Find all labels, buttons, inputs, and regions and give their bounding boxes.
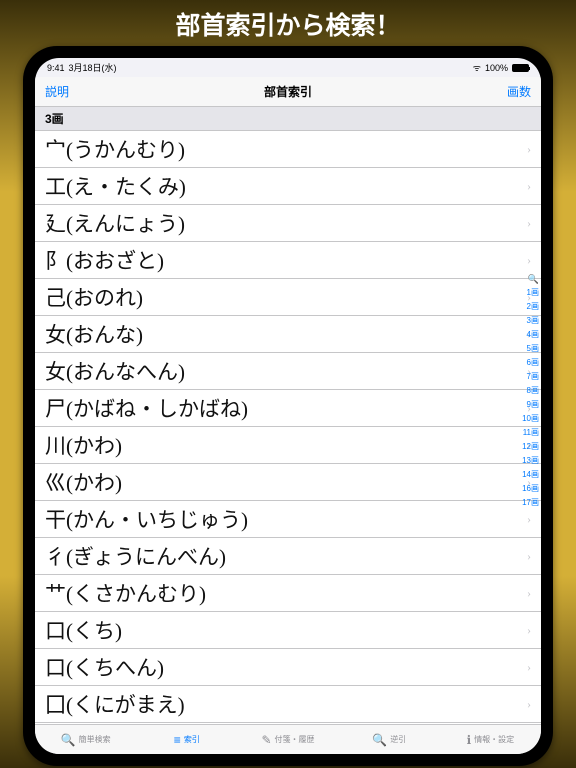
list-item[interactable]: 工(え・たくみ) › [35, 168, 541, 205]
list-item[interactable]: 宀(うかんむり) › [35, 131, 541, 168]
radical-label: 工(え・たくみ) [45, 171, 186, 201]
search-icon: 🔍 [61, 733, 76, 747]
promo-header: 部首索引から検索！ [0, 0, 576, 46]
tab-label: 逆引 [390, 734, 406, 745]
chevron-right-icon: › [527, 586, 531, 601]
screen: 9:41 3月18日(水) ᯤ 100% 説明 部首索引 画数 3画 宀(うかん… [35, 58, 541, 754]
index-item[interactable]: 1画 [527, 287, 539, 299]
radical-label: 囗(くにがまえ) [45, 689, 185, 719]
index-item[interactable]: 11画 [523, 427, 539, 439]
list-item[interactable]: 口(くち) › [35, 612, 541, 649]
nav-title: 部首索引 [264, 83, 312, 100]
chevron-right-icon: › [527, 253, 531, 268]
index-item[interactable]: 2画 [527, 301, 539, 313]
index-item[interactable]: 6画 [527, 357, 539, 369]
list-item[interactable]: 女(おんな)› [35, 316, 541, 353]
pencil-icon: ✎ [261, 733, 271, 747]
tab-index[interactable]: ≡ 索引 [136, 725, 237, 754]
index-item[interactable]: 17画 [522, 497, 539, 509]
chevron-right-icon: › [527, 697, 531, 712]
list-item[interactable]: 川(かわ)› [35, 427, 541, 464]
radical-label: 干(かん・いちじゅう) [45, 504, 248, 534]
nav-left-button[interactable]: 説明 [45, 83, 69, 100]
status-time: 9:41 [47, 63, 65, 73]
chevron-right-icon: › [527, 216, 531, 231]
list-item[interactable]: 己(おのれ)› [35, 279, 541, 316]
radical-label: 阝(おおざと) [45, 245, 164, 275]
radical-label: 廴(えんにょう) [45, 208, 185, 238]
list-item[interactable]: 巛(かわ)› [35, 464, 541, 501]
radical-label: 女(おんな) [45, 319, 143, 349]
radical-label: 彳(ぎょうにんべん) [45, 541, 226, 571]
list-item[interactable]: 女(おんなへん)› [35, 353, 541, 390]
index-item[interactable]: 8画 [527, 385, 539, 397]
chevron-right-icon: › [527, 660, 531, 675]
index-item[interactable]: 10画 [522, 413, 539, 425]
tab-search[interactable]: 🔍 簡単検索 [35, 725, 136, 754]
chevron-right-icon: › [527, 549, 531, 564]
radical-label: 艹(くさかんむり) [45, 578, 206, 608]
index-item[interactable]: 7画 [527, 371, 539, 383]
chevron-right-icon: › [527, 512, 531, 527]
index-item[interactable]: 5画 [527, 343, 539, 355]
index-item[interactable]: 12画 [522, 441, 539, 453]
index-item[interactable]: 13画 [522, 455, 539, 467]
status-date: 3月18日(水) [69, 61, 117, 74]
tablet-frame: 9:41 3月18日(水) ᯤ 100% 説明 部首索引 画数 3画 宀(うかん… [23, 46, 553, 766]
info-icon: ℹ [467, 733, 472, 747]
radical-label: 口(くちへん) [45, 652, 164, 682]
tab-label: 付箋・履歴 [275, 734, 315, 745]
section-header: 3画 [35, 107, 541, 131]
chevron-right-icon: › [527, 623, 531, 638]
index-item[interactable]: 9画 [527, 399, 539, 411]
search-icon: 🔍 [372, 733, 387, 747]
list-icon: ≡ [174, 733, 181, 747]
radical-label: 女(おんなへん) [45, 356, 185, 386]
tab-bar: 🔍 簡単検索 ≡ 索引 ✎ 付箋・履歴 🔍 逆引 ℹ 情報・設定 [35, 724, 541, 754]
tab-settings[interactable]: ℹ 情報・設定 [440, 725, 541, 754]
list-item[interactable]: 干(かん・いちじゅう) › [35, 501, 541, 538]
radical-list[interactable]: 宀(うかんむり) › 工(え・たくみ) › 廴(えんにょう) › 阝(おおざと) › 己… [35, 131, 541, 724]
radical-label: 己(おのれ) [45, 282, 143, 312]
status-bar: 9:41 3月18日(水) ᯤ 100% [35, 58, 541, 77]
radical-label: 尸(かばね・しかばね) [45, 393, 248, 423]
list-item[interactable]: 廴(えんにょう) › [35, 205, 541, 242]
index-item[interactable]: 16画 [522, 483, 539, 495]
section-index-bar[interactable]: 🔍 1画 2画 3画 4画 5画 6画 7画 8画 9画 10画 11画 12画… [522, 273, 539, 509]
index-item[interactable]: 14画 [522, 469, 539, 481]
tab-label: 簡単検索 [79, 734, 111, 745]
chevron-right-icon: › [527, 142, 531, 157]
radical-label: 口(くち) [45, 615, 122, 645]
tab-label: 索引 [184, 734, 200, 745]
wifi-icon: ᯤ [473, 61, 481, 74]
list-item[interactable]: 口(くちへん) › [35, 649, 541, 686]
radical-label: 巛(かわ) [45, 467, 122, 497]
search-icon[interactable]: 🔍 [528, 273, 539, 285]
index-item[interactable]: 4画 [527, 329, 539, 341]
battery-percent: 100% [485, 63, 508, 73]
index-item[interactable]: 3画 [527, 315, 539, 327]
tab-label: 情報・設定 [474, 734, 514, 745]
list-item[interactable]: 艹(くさかんむり) › [35, 575, 541, 612]
radical-label: 川(かわ) [45, 430, 122, 460]
list-item[interactable]: 阝(おおざと) › [35, 242, 541, 279]
tab-reverse[interactable]: 🔍 逆引 [339, 725, 440, 754]
list-item[interactable]: 囗(くにがまえ) › [35, 686, 541, 723]
nav-right-button[interactable]: 画数 [507, 83, 531, 100]
radical-label: 宀(うかんむり) [45, 134, 185, 164]
nav-bar: 説明 部首索引 画数 [35, 77, 541, 107]
list-item[interactable]: 彳(ぎょうにんべん) › [35, 538, 541, 575]
list-item[interactable]: 尸(かばね・しかばね)› [35, 390, 541, 427]
battery-icon [512, 64, 529, 72]
tab-bookmarks[interactable]: ✎ 付箋・履歴 [237, 725, 338, 754]
chevron-right-icon: › [527, 179, 531, 194]
